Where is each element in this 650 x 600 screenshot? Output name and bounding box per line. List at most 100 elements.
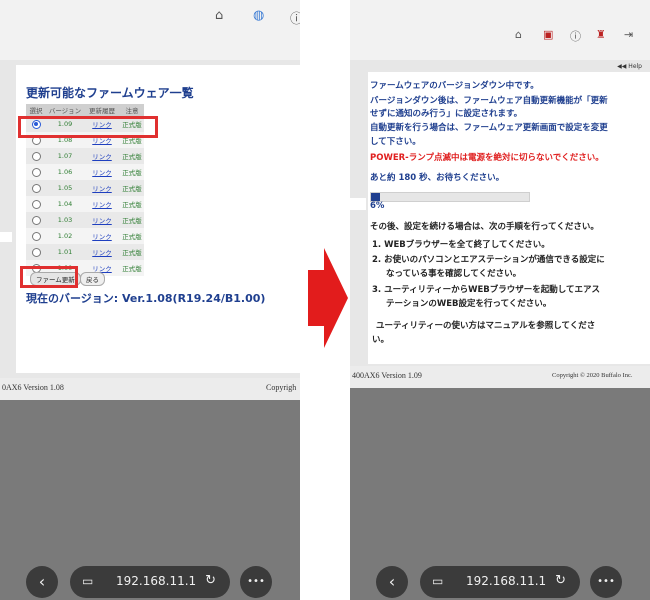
table-row: 1.03 リンク 正式版 [26, 212, 144, 228]
table-row: 1.04 リンク 正式版 [26, 196, 144, 212]
radio-button[interactable] [31, 231, 41, 241]
url-text: 192.168.11.1 [466, 574, 547, 588]
row-version: 1.04 [46, 196, 84, 212]
back-button[interactable]: 戻る [80, 272, 105, 286]
table-row: 1.06 リンク 正式版 [26, 164, 144, 180]
row-note: 正式版 [120, 244, 144, 260]
top-toolbar: ⌂ ◍ ⓘ [0, 0, 300, 60]
row-history: リンク [84, 228, 120, 244]
message-line-4: 自動更新を行う場合は、ファームウェア更新画面で設定を変更 [370, 123, 608, 133]
power-warning: POWER-ランプ点滅中は電源を絶対に切らないでください。 [370, 153, 604, 163]
column-note: 注意 [120, 104, 144, 116]
progress-label: 6% [370, 201, 385, 211]
table-row: 1.01 リンク 正式版 [26, 244, 144, 260]
row-history: リンク [84, 180, 120, 196]
info-icon[interactable]: ⓘ [290, 8, 300, 27]
step-1: 1. WEBブラウザーを全て終了してください。 [372, 240, 550, 250]
row-history: リンク [84, 148, 120, 164]
globe-icon[interactable]: ◍ [253, 8, 264, 23]
side-tab [0, 232, 12, 242]
home-icon[interactable]: ⌂ [515, 28, 522, 41]
router-icon[interactable]: ♜ [596, 28, 606, 41]
browser-bar: ‹ ▭ 192.168.11.1 ↻ ••• [350, 558, 650, 600]
more-button[interactable]: ••• [240, 566, 272, 598]
row-select[interactable] [26, 212, 46, 228]
table-header-row: 選択 バージョン 更新履歴 注意 [26, 104, 144, 116]
utility-note-cont: い。 [372, 335, 390, 345]
radio-button[interactable] [31, 247, 41, 257]
history-link[interactable]: リンク [92, 249, 112, 257]
side-tab [350, 198, 366, 210]
row-history: リンク [84, 244, 120, 260]
row-select[interactable] [26, 196, 46, 212]
browser-back-button[interactable]: ‹ [26, 566, 58, 598]
history-link[interactable]: リンク [92, 153, 112, 161]
row-version: 1.03 [46, 212, 84, 228]
step-2-cont: なっている事を確認してください。 [386, 269, 522, 279]
message-line-2: バージョンダウン後は、ファームウェア自動更新機能が「更新 [370, 96, 608, 106]
row-select[interactable] [26, 180, 46, 196]
row-note: 正式版 [120, 228, 144, 244]
steps-intro: その後、設定を続ける場合は、次の手順を行ってください。 [370, 222, 599, 232]
footer-version: 400AX6 Version 1.09 [352, 371, 422, 380]
address-bar[interactable]: ▭ 192.168.11.1 ↻ [420, 566, 580, 598]
footer: 0AX6 Version 1.08 Copyrigh [0, 378, 300, 400]
address-bar[interactable]: ▭ 192.168.11.1 ↻ [70, 566, 230, 598]
help-link[interactable]: ◀◀ Help [617, 63, 642, 70]
row-select[interactable] [26, 244, 46, 260]
firmware-list-title: 更新可能なファームウェア一覧 [26, 86, 194, 100]
radio-button[interactable] [31, 215, 41, 225]
home-icon[interactable]: ⌂ [215, 8, 223, 23]
column-history: 更新履歴 [84, 104, 120, 116]
step-3-cont: テーションのWEB設定を行ってください。 [386, 299, 552, 309]
column-version: バージョン [46, 104, 84, 116]
history-link[interactable]: リンク [92, 201, 112, 209]
row-version: 1.05 [46, 180, 84, 196]
radio-button[interactable] [31, 167, 41, 177]
history-link[interactable]: リンク [92, 217, 112, 225]
wait-message: あと約 180 秒、お待ちください。 [370, 173, 505, 183]
page-icon: ▭ [82, 574, 94, 588]
more-button[interactable]: ••• [590, 566, 622, 598]
row-version: 1.02 [46, 228, 84, 244]
more-icon: ••• [247, 576, 265, 587]
row-select[interactable] [26, 164, 46, 180]
footer-copyright: Copyright © 2020 Buffalo Inc. [552, 372, 633, 379]
history-link[interactable]: リンク [92, 169, 112, 177]
table-row: 1.07 リンク 正式版 [26, 148, 144, 164]
right-screen: ⌂ ▣ ⓘ ♜ ⇥ ◀◀ Help ファームウェアのバージョンダウン中です。 バ… [350, 0, 650, 600]
row-select[interactable] [26, 228, 46, 244]
radio-button[interactable] [31, 199, 41, 209]
more-icon: ••• [597, 576, 615, 587]
message-line-5: して下さい。 [370, 137, 421, 147]
current-version: 現在のバージョン: Ver.1.08(R19.24/B1.00) [26, 292, 266, 305]
logout-icon[interactable]: ⇥ [624, 28, 633, 41]
row-history: リンク [84, 196, 120, 212]
browser-bar: ‹ ▭ 192.168.11.1 ↻ ••• [0, 558, 300, 600]
footer: 400AX6 Version 1.09 Copyright © 2020 Buf… [350, 366, 650, 388]
row-history: リンク [84, 164, 120, 180]
browser-back-button[interactable]: ‹ [376, 566, 408, 598]
radio-button[interactable] [31, 151, 41, 161]
reload-icon[interactable]: ↻ [555, 573, 566, 588]
footer-version: 0AX6 Version 1.08 [2, 383, 64, 392]
message-line-1: ファームウェアのバージョンダウン中です。 [370, 81, 539, 91]
history-link[interactable]: リンク [92, 233, 112, 241]
reload-icon[interactable]: ↻ [205, 573, 216, 588]
chevron-left-icon: ‹ [388, 572, 396, 591]
history-link[interactable]: リンク [92, 137, 112, 145]
left-screen: ⌂ ◍ ⓘ 更新可能なファームウェア一覧 選択 バージョン 更新履歴 注意 1.… [0, 0, 300, 600]
disconnect-icon[interactable]: ▣ [543, 28, 553, 41]
highlight-selected-row [18, 116, 158, 138]
history-link[interactable]: リンク [92, 185, 112, 193]
row-select[interactable] [26, 148, 46, 164]
step-3: 3. ユーティリティーからWEBブラウザーを起動してエアス [372, 285, 600, 295]
top-toolbar: ⌂ ▣ ⓘ ♜ ⇥ [350, 0, 650, 60]
url-text: 192.168.11.1 [116, 574, 197, 588]
radio-button[interactable] [31, 183, 41, 193]
table-row: 1.05 リンク 正式版 [26, 180, 144, 196]
chevron-left-icon: ‹ [38, 572, 46, 591]
footer-copyright: Copyrigh [266, 383, 297, 392]
column-select: 選択 [26, 104, 46, 116]
info-icon[interactable]: ⓘ [570, 28, 581, 44]
